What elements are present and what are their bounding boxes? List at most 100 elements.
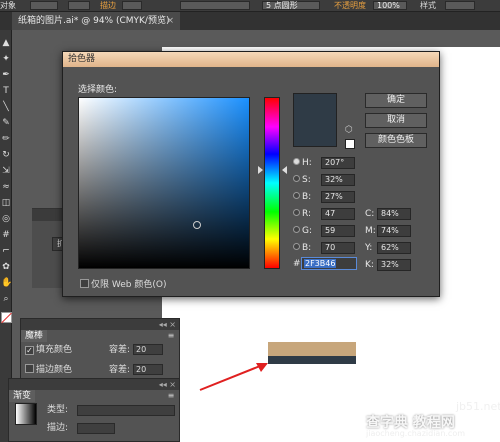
blue-label: B: <box>302 243 312 253</box>
yellow-label: Y: <box>365 243 373 253</box>
brightness-row[interactable]: B: <box>293 190 311 204</box>
tolerance-label: 容差: <box>109 345 131 355</box>
color-swatches-button[interactable]: 颜色色板 <box>365 133 427 148</box>
style-dropdown[interactable] <box>445 1 475 10</box>
rotate-icon[interactable]: ↻ <box>1 150 11 160</box>
stroke-dropdown[interactable] <box>68 1 90 10</box>
fill-color-row[interactable]: ✓ 填充颜色 <box>25 343 72 357</box>
close-icon[interactable]: × <box>166 12 174 30</box>
stroke-color-row[interactable]: 描边颜色 <box>25 363 72 377</box>
mesh-icon[interactable]: # <box>1 230 11 240</box>
ok-button[interactable]: 确定 <box>365 93 427 108</box>
hue-slider-left-arrow[interactable] <box>258 166 263 174</box>
fill-color-label: 填充颜色 <box>36 345 73 355</box>
hue-slider[interactable] <box>264 97 280 269</box>
hand-icon[interactable]: ✋ <box>1 278 12 288</box>
selection-icon[interactable]: ▲ <box>1 38 11 48</box>
magic-wand-panel-header[interactable]: ◂◂ × <box>21 319 179 330</box>
panel-menu-icon[interactable]: ≡ <box>166 391 176 401</box>
hex-value: 2F3B46 <box>304 259 337 268</box>
symbol-icon[interactable]: ✿ <box>1 262 11 272</box>
stroke-weight-field[interactable] <box>122 1 142 10</box>
gradient-panel-title[interactable]: 渐变 <box>9 390 36 402</box>
radio-icon[interactable] <box>293 209 300 216</box>
red-arrow-annotation <box>199 363 268 391</box>
cancel-button[interactable]: 取消 <box>365 113 427 128</box>
magic-wand-panel-title[interactable]: 魔棒 <box>21 330 48 342</box>
stroke-label[interactable]: 描边 <box>100 0 116 11</box>
hue-row[interactable]: H: <box>293 156 312 170</box>
brightness-label: B: <box>302 192 312 202</box>
gradient-stroke-buttons[interactable] <box>77 423 115 434</box>
radio-icon[interactable] <box>293 243 300 250</box>
panel-menu-icon[interactable]: ≡ <box>166 331 176 341</box>
red-row[interactable]: R: <box>293 207 311 221</box>
color-marker[interactable] <box>193 221 201 229</box>
saturation-field[interactable]: 32% <box>321 174 355 186</box>
gradient-type-label: 类型: <box>47 405 69 415</box>
gradient-thumbnail[interactable] <box>15 403 37 425</box>
stroke-tolerance-field[interactable]: 20 <box>133 364 163 375</box>
magenta-label: M: <box>365 226 376 236</box>
green-row[interactable]: G: <box>293 224 312 238</box>
red-field[interactable]: 47 <box>321 208 355 220</box>
panel-collapse-icon[interactable]: ◂◂ × <box>159 379 176 390</box>
pen-icon[interactable]: ✒ <box>1 70 11 80</box>
type-icon[interactable]: T <box>1 86 11 96</box>
checkbox-icon[interactable] <box>80 279 89 288</box>
blue-row[interactable]: B: <box>293 241 311 255</box>
opacity-label[interactable]: 不透明度 <box>334 0 366 11</box>
gradient-type-dropdown[interactable] <box>77 405 175 416</box>
sample-tan-rectangle[interactable] <box>268 342 356 356</box>
zoom-icon[interactable]: ⌕ <box>1 294 11 304</box>
select-color-label: 选择颜色: <box>78 85 118 95</box>
red-label: R: <box>302 209 312 219</box>
brush-icon[interactable]: ✎ <box>1 118 11 128</box>
gradient-panel-header[interactable]: ◂◂ × <box>9 379 179 390</box>
radio-icon[interactable] <box>293 226 300 233</box>
saturation-row[interactable]: S: <box>293 173 311 187</box>
brush-dropdown[interactable]: 5 点圆形 <box>262 1 320 10</box>
panel-collapse-icon[interactable]: ◂◂ × <box>159 319 176 330</box>
fill-dropdown[interactable] <box>30 1 58 10</box>
eyedropper-icon[interactable]: ⌐ <box>1 246 11 256</box>
sample-navy-strip[interactable] <box>268 356 356 364</box>
hue-slider-right-arrow[interactable] <box>282 166 287 174</box>
hex-field[interactable]: 2F3B46 <box>301 257 357 270</box>
magenta-field[interactable]: 74% <box>377 225 411 237</box>
hue-field[interactable]: 207° <box>321 157 355 169</box>
scale-icon[interactable]: ⇲ <box>1 166 11 176</box>
web-safe-color-swatch[interactable] <box>345 139 355 149</box>
pencil-icon[interactable]: ✏ <box>1 134 11 144</box>
free-transform-icon[interactable]: ◫ <box>1 198 11 208</box>
saturation-brightness-field[interactable] <box>78 97 250 269</box>
black-field[interactable]: 32% <box>377 259 411 271</box>
checkbox-icon[interactable] <box>25 364 34 373</box>
dialog-title[interactable]: 拾色器 <box>63 52 439 67</box>
shape-builder-icon[interactable]: ◎ <box>1 214 11 224</box>
blue-field[interactable]: 70 <box>321 242 355 254</box>
warp-icon[interactable]: ≈ <box>1 182 11 192</box>
radio-icon[interactable] <box>293 158 300 165</box>
opacity-field[interactable]: 100% <box>373 1 407 10</box>
tolerance-field[interactable]: 20 <box>133 344 163 355</box>
variable-width-dropdown[interactable] <box>180 1 250 10</box>
document-tab[interactable]: 纸箱的图片.ai* @ 94% (CMYK/预览) × <box>12 12 180 30</box>
green-field[interactable]: 59 <box>321 225 355 237</box>
line-icon[interactable]: ╲ <box>1 102 11 112</box>
fill-swatch[interactable] <box>1 312 12 323</box>
watermark-line1: jb51.net <box>456 400 500 413</box>
checkbox-icon[interactable]: ✓ <box>25 346 34 355</box>
document-tab-row: 纸箱的图片.ai* @ 94% (CMYK/预览) × <box>0 12 500 30</box>
out-of-gamut-cube-icon[interactable]: ⬡ <box>345 125 355 135</box>
object-label: 对象 <box>0 1 16 10</box>
cyan-field[interactable]: 84% <box>377 208 411 220</box>
web-only-option[interactable]: 仅限 Web 颜色(O) <box>80 277 166 290</box>
document-tab-title: 纸箱的图片.ai* @ 94% (CMYK/预览) <box>18 16 170 26</box>
magic-wand-icon[interactable]: ✦ <box>1 54 11 64</box>
yellow-field[interactable]: 62% <box>377 242 411 254</box>
radio-icon[interactable] <box>293 192 300 199</box>
hex-prefix: # <box>293 259 301 269</box>
brightness-field[interactable]: 27% <box>321 191 355 203</box>
radio-icon[interactable] <box>293 175 300 182</box>
